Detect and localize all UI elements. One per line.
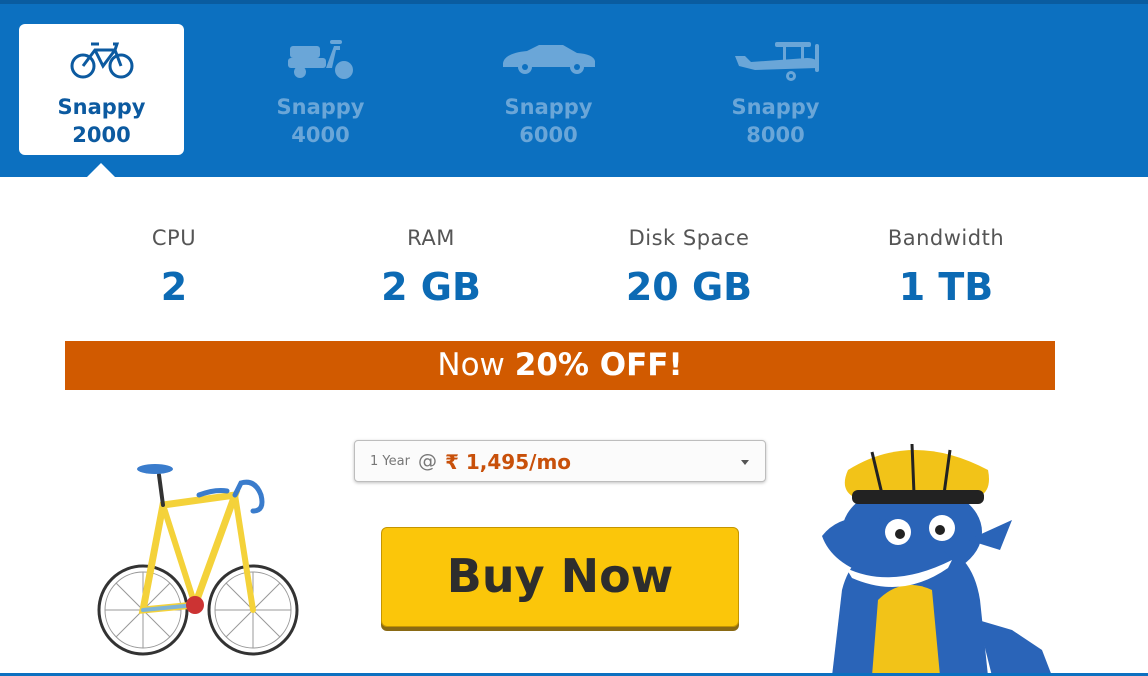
spec-value: 20 GB [625, 265, 753, 309]
promo-prefix: Now [437, 347, 505, 383]
plan-name: Snappy [731, 95, 820, 119]
plan-number: 2000 [72, 123, 131, 147]
buy-now-button[interactable]: Buy Now [381, 527, 739, 627]
top-border [0, 0, 1148, 4]
mascot-illustration [812, 440, 1062, 676]
plan-number: 8000 [746, 123, 805, 147]
scooter-icon [238, 38, 403, 82]
spec-ram: RAM 2 GB [321, 224, 541, 310]
airplane-icon [693, 38, 858, 82]
billing-price: ₹ 1,495/mo [445, 450, 572, 474]
tab-snappy-4000[interactable]: Snappy 4000 [238, 24, 403, 155]
bicycle-icon [19, 38, 184, 82]
spec-label: CPU [151, 226, 197, 250]
plan-name: Snappy [57, 95, 146, 119]
spec-value: 2 [160, 265, 188, 309]
plan-number: 6000 [519, 123, 578, 147]
plan-number: 4000 [291, 123, 350, 147]
billing-term: 1 Year [370, 454, 410, 469]
car-icon [466, 38, 631, 82]
plan-selector-band: Snappy 2000 Snappy 4000 Snappy 6000 Snap… [0, 0, 1148, 177]
plan-name: Snappy [276, 95, 365, 119]
billing-at-symbol: @ [418, 450, 437, 472]
tab-snappy-2000[interactable]: Snappy 2000 [19, 24, 184, 155]
active-tab-pointer [87, 163, 115, 177]
promo-highlight: 20% OFF! [514, 347, 683, 383]
chevron-down-icon [741, 460, 749, 465]
bicycle-illustration [95, 455, 305, 676]
spec-label: Disk Space [628, 226, 750, 250]
discount-banner: Now 20% OFF! [65, 341, 1055, 390]
spec-label: Bandwidth [887, 226, 1005, 250]
spec-value: 2 GB [381, 265, 481, 309]
billing-term-select[interactable]: 1 Year @ ₹ 1,495/mo [354, 440, 766, 482]
spec-disk-space: Disk Space 20 GB [579, 224, 799, 310]
spec-label: RAM [407, 226, 455, 250]
spec-value: 1 TB [898, 265, 994, 309]
plan-name: Snappy [504, 95, 593, 119]
spec-bandwidth: Bandwidth 1 TB [836, 224, 1056, 310]
tab-snappy-6000[interactable]: Snappy 6000 [466, 24, 631, 155]
tab-snappy-8000[interactable]: Snappy 8000 [693, 24, 858, 155]
spec-cpu: CPU 2 [64, 224, 284, 310]
